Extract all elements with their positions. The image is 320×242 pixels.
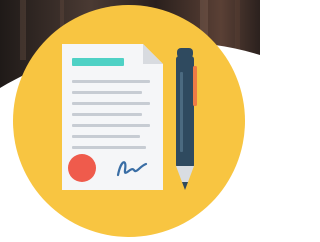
pen-clip [193, 66, 197, 106]
contract-illustration [0, 0, 260, 242]
document-title-bar [72, 58, 124, 66]
seal-icon [68, 154, 96, 182]
document-icon [62, 44, 163, 190]
